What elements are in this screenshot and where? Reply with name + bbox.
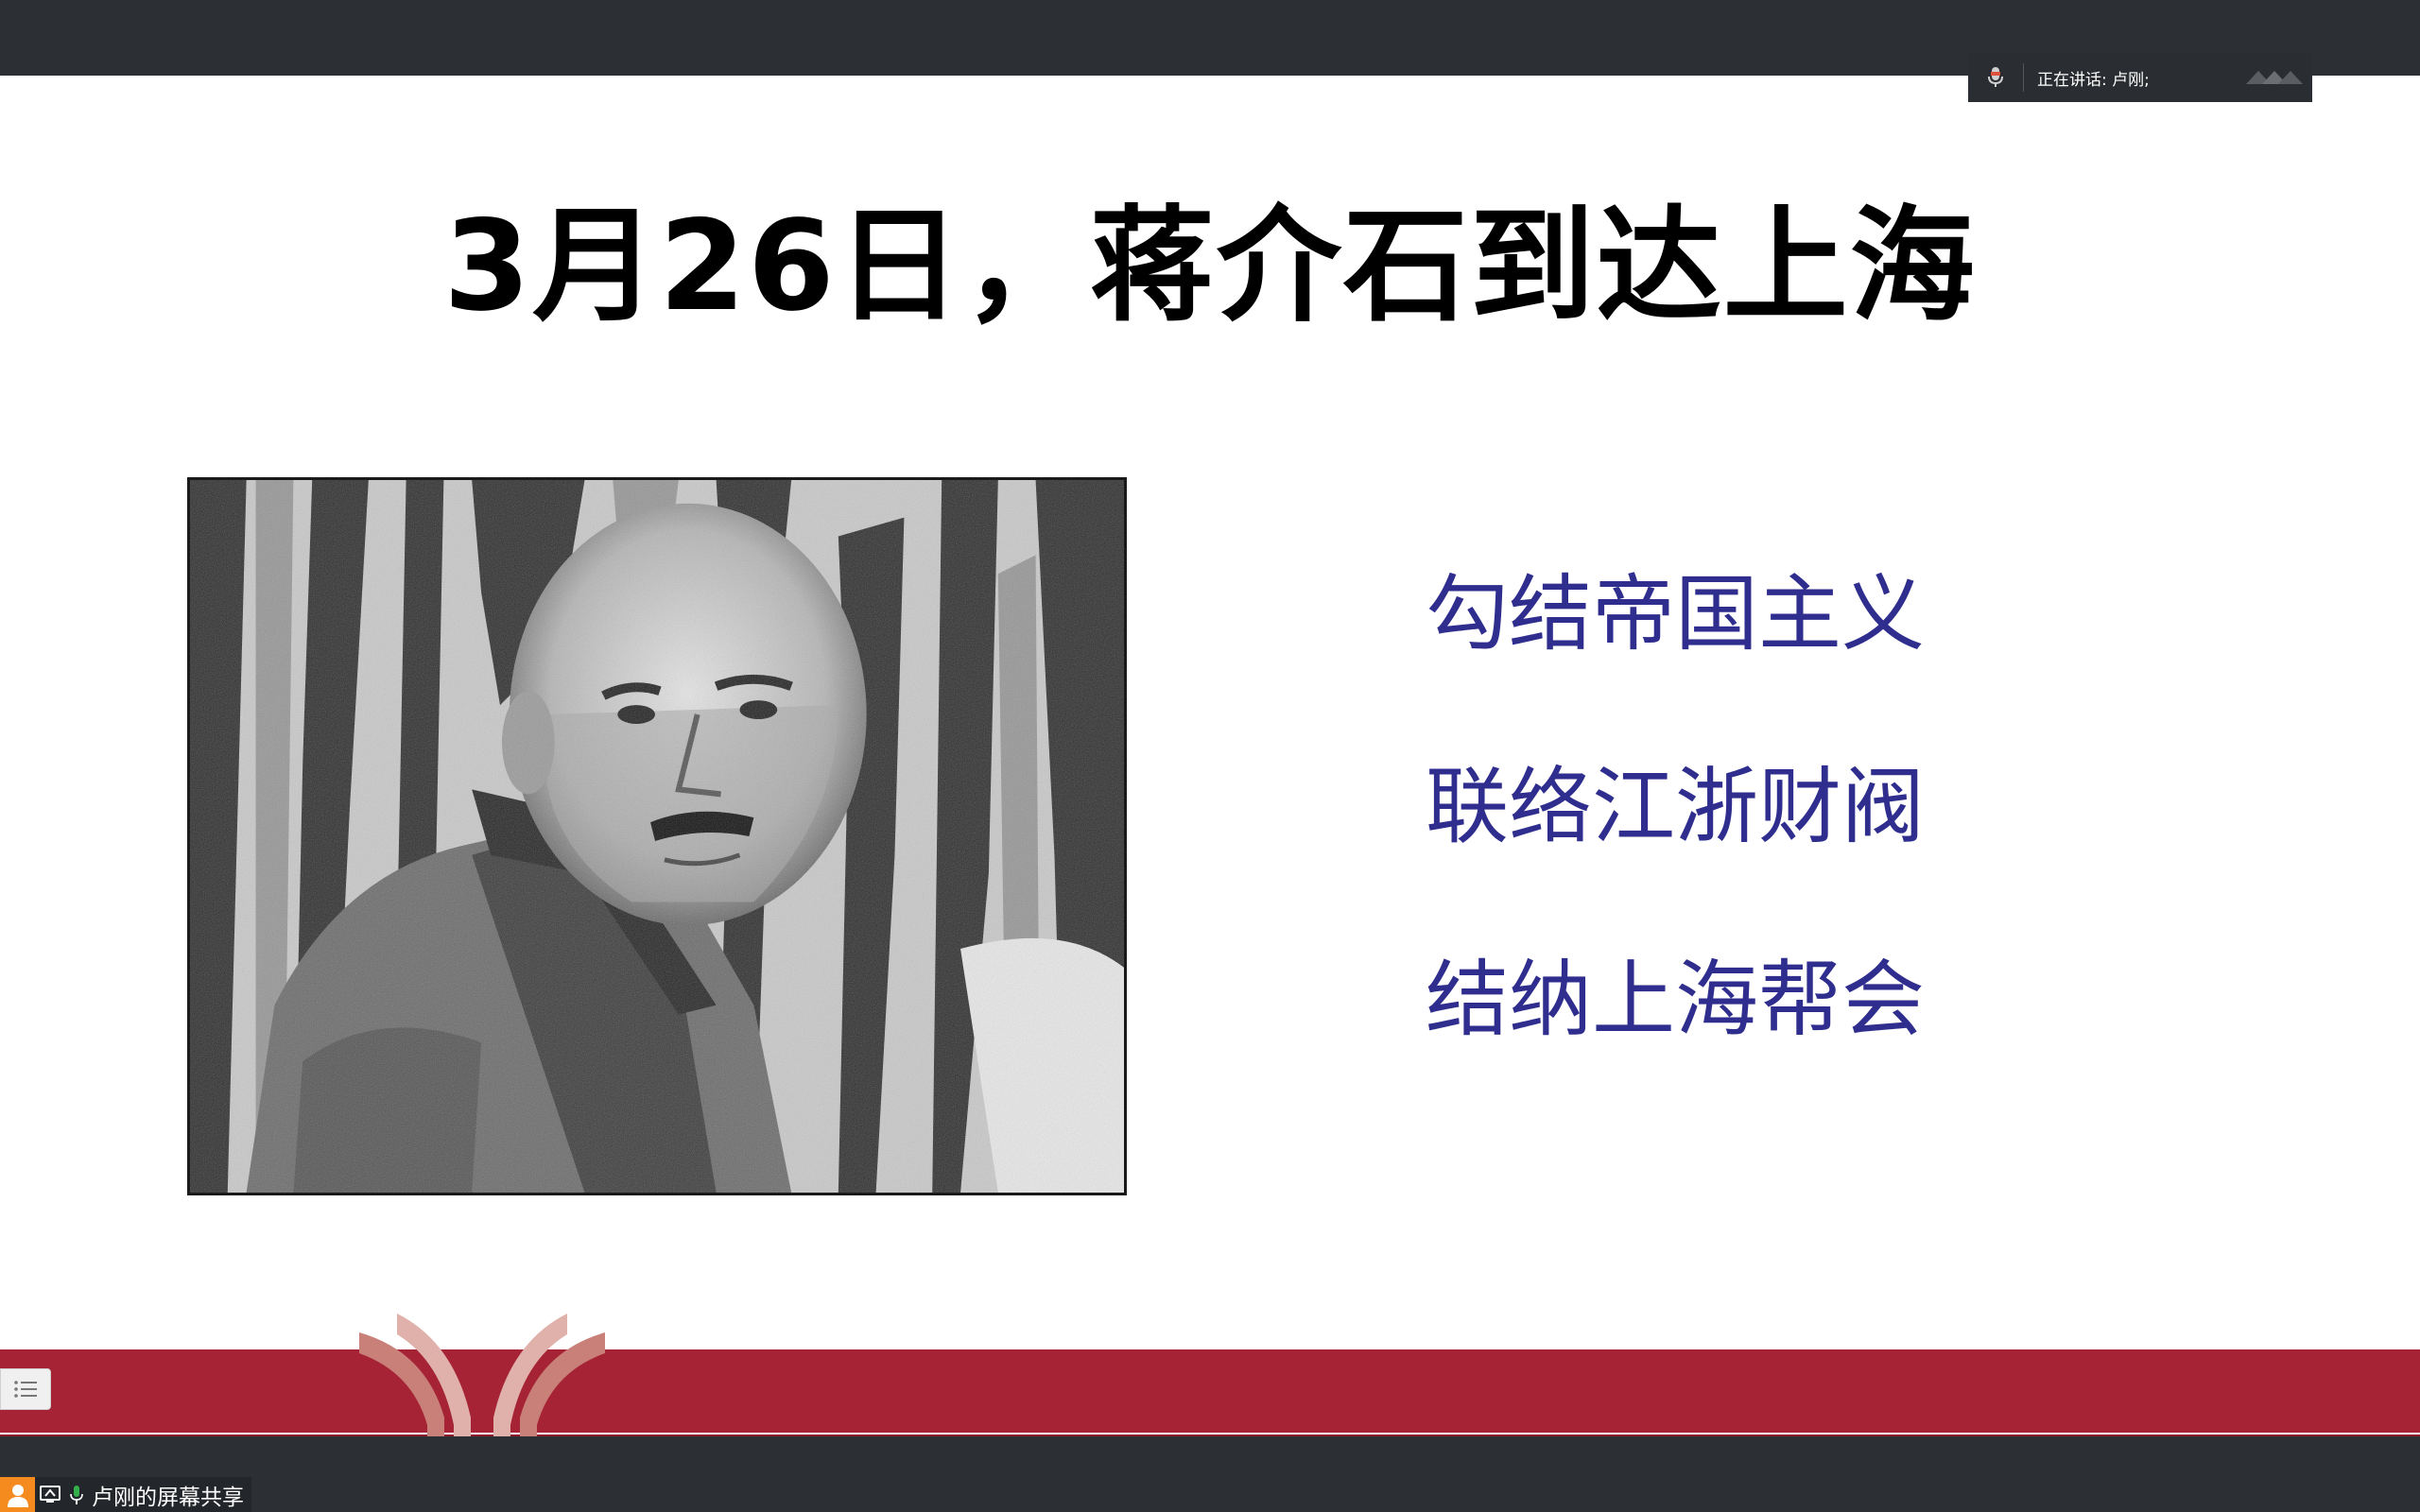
university-arch-logo	[359, 1314, 605, 1436]
slide-list-menu-button[interactable]	[0, 1368, 51, 1410]
speaker-label: 正在讲话: 卢刚;	[2037, 70, 2150, 90]
slide-title: 3月26日，蒋介石到达上海	[443, 194, 1977, 339]
shared-slide: 3月26日，蒋介石到达上海 勾结帝国主义 联络江浙财阀 结纳上海帮会	[0, 76, 2420, 1436]
bottom-status-bar	[0, 1436, 2420, 1512]
bullet-item: 联络江浙财阀	[1426, 758, 1926, 855]
toolbar-handle[interactable]	[2237, 53, 2312, 102]
bullet-list: 勾结帝国主义 联络江浙财阀 结纳上海帮会	[1426, 553, 1925, 1131]
historical-portrait-photo	[187, 477, 1127, 1195]
list-menu-icon	[14, 1381, 37, 1398]
toolbar-icon	[2246, 71, 2303, 84]
screen-share-icon	[40, 1485, 60, 1503]
bullet-item: 勾结帝国主义	[1426, 565, 1926, 662]
microphone-icon	[70, 1485, 83, 1504]
person-icon	[7, 1484, 28, 1507]
person-avatar	[0, 1477, 35, 1512]
bullet-item: 结纳上海帮会	[1426, 951, 1926, 1048]
speaker-divider	[2023, 63, 2024, 92]
screen-share-label: 卢刚的屏幕共享	[0, 1477, 251, 1512]
portrait-image	[190, 480, 1124, 1193]
active-speaker-indicator: 正在讲话: 卢刚;	[1968, 53, 2312, 102]
screen-share-owner-label: 卢刚的屏幕共享	[92, 1485, 244, 1510]
microphone-icon	[1988, 67, 2003, 87]
